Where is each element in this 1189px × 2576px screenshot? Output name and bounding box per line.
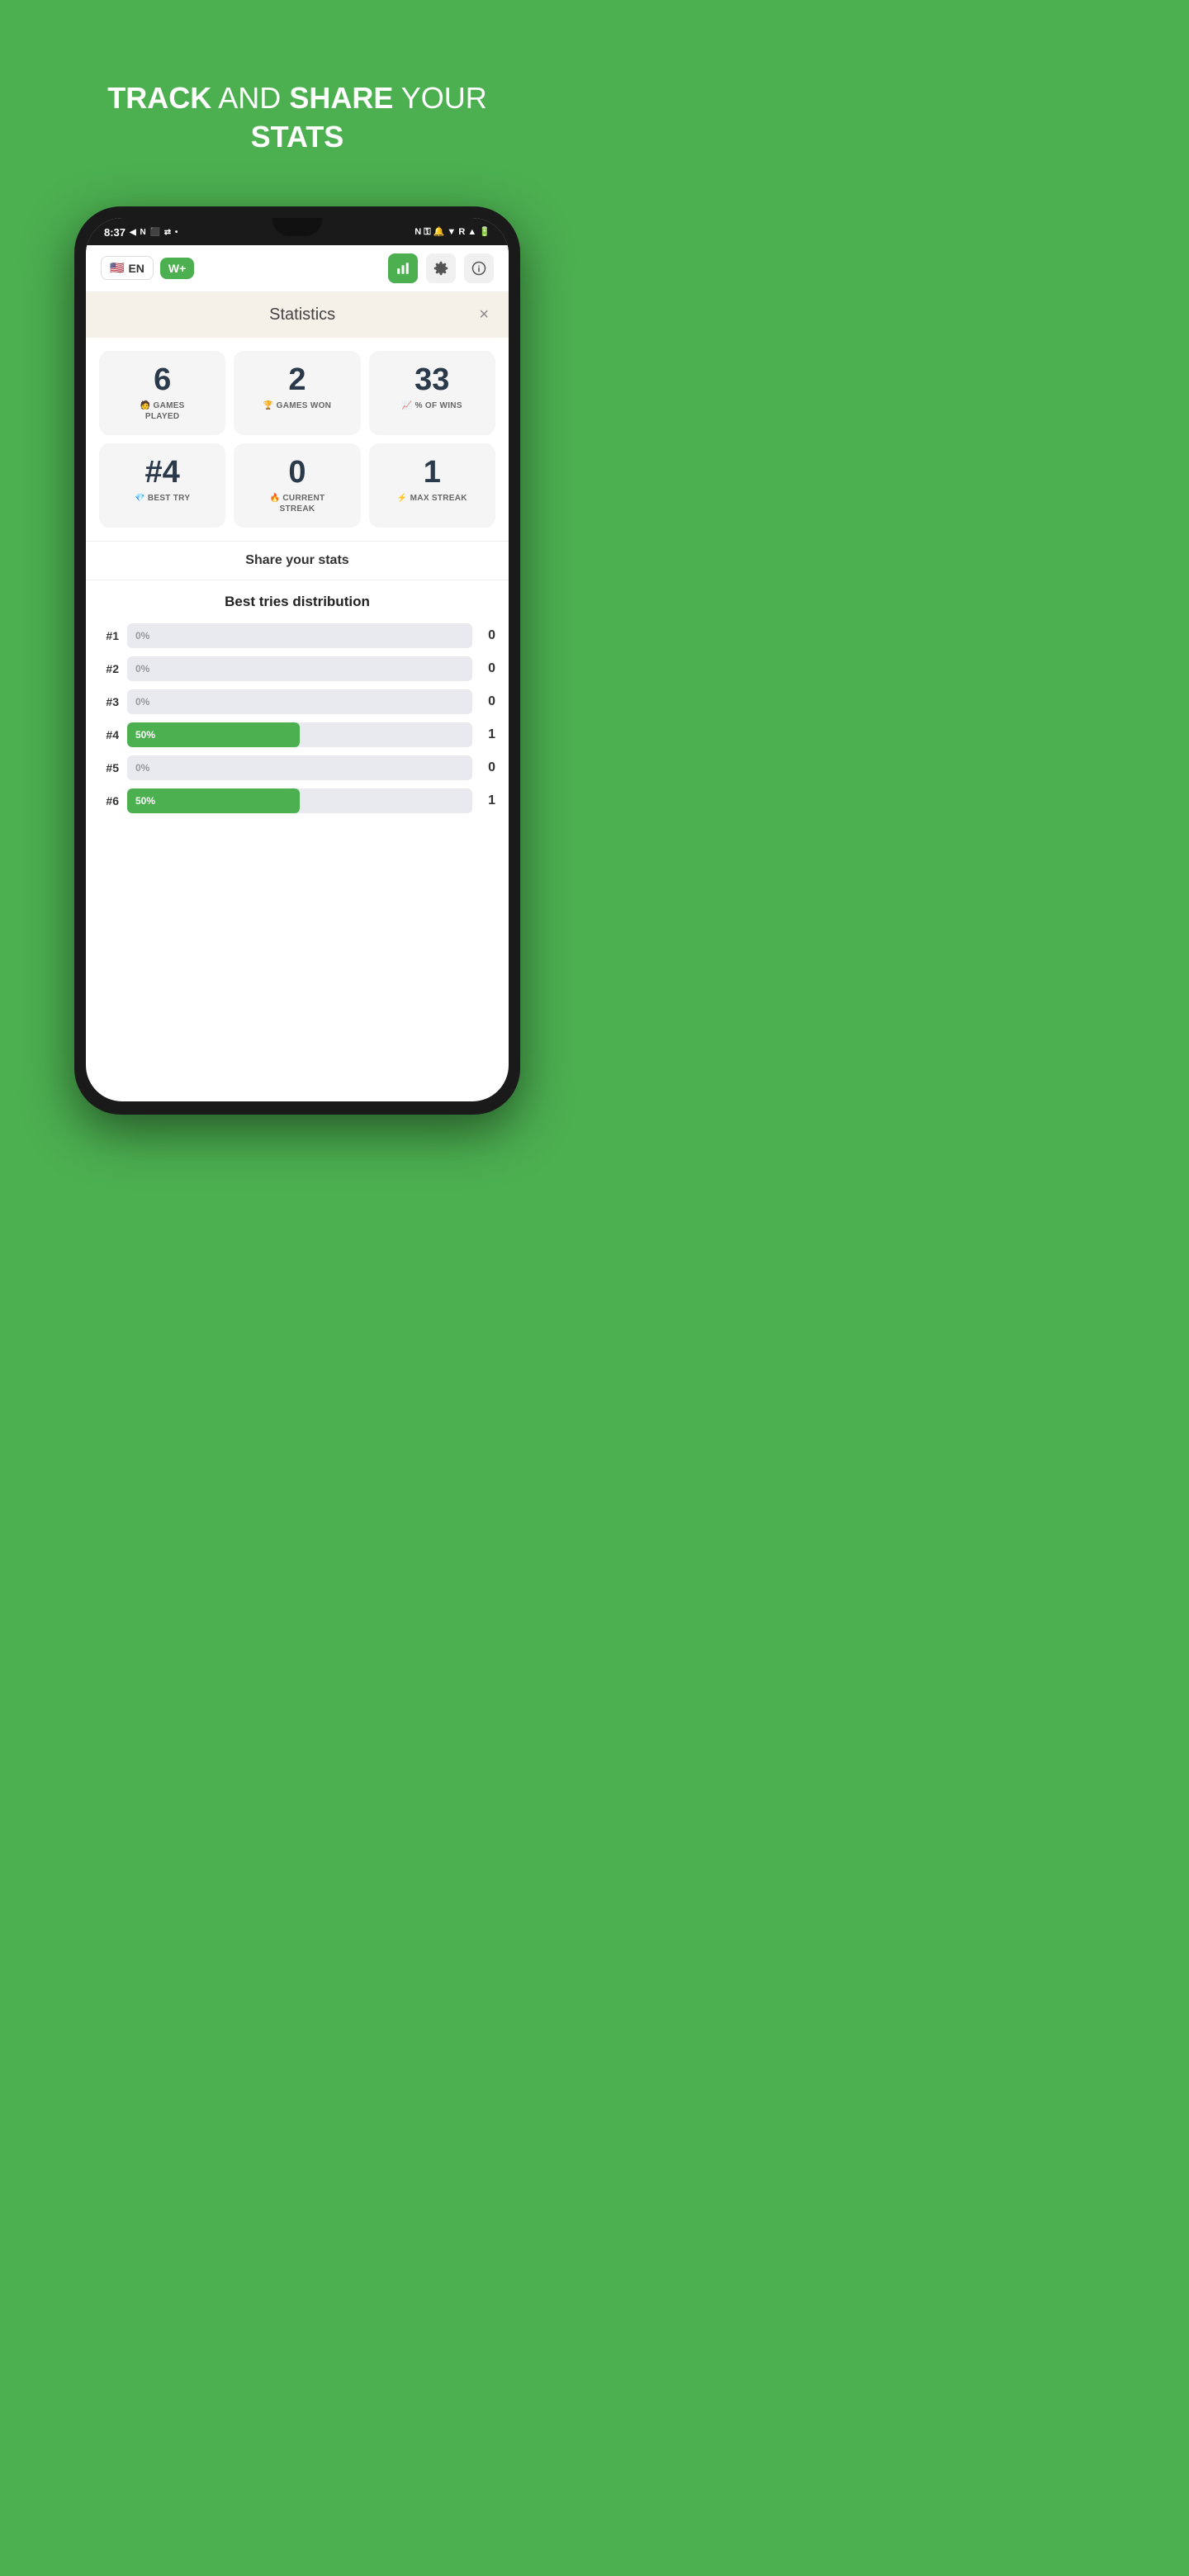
statistics-header: Statistics × <box>86 292 509 338</box>
stat-card-2: 33 📈 % OF WINS <box>369 351 495 435</box>
hero-your: YOUR <box>401 81 487 115</box>
stat-label-5: ⚡ MAX STREAK <box>397 493 467 504</box>
dist-bar-fill-3: 50% <box>127 722 300 747</box>
settings-icon-button[interactable] <box>426 253 456 283</box>
hero-stats: STATS <box>251 120 344 154</box>
dist-row-label-5: #6 <box>99 794 119 807</box>
dist-count-1: 0 <box>481 661 495 676</box>
info-icon-button[interactable] <box>464 253 494 283</box>
app-bar-left: 🇺🇸 EN W+ <box>101 256 194 280</box>
dist-row-label-0: #1 <box>99 629 119 642</box>
dist-bar-percent-1: 0% <box>135 663 149 675</box>
dist-row-label-3: #4 <box>99 728 119 741</box>
flag-icon: 🇺🇸 <box>110 261 124 275</box>
distribution-rows: #1 0% 0 #2 0% 0 #3 0% 0 #4 50% 1 #5 0% 0 #6 50% 1 <box>99 623 495 813</box>
hero-and: AND <box>218 81 281 115</box>
dist-row-2: #3 0% 0 <box>99 689 495 714</box>
dist-bar-percent-3: 50% <box>135 729 155 741</box>
dist-count-3: 1 <box>481 727 495 742</box>
dist-bar-bg-5: 50% <box>127 788 472 813</box>
dist-row-label-1: #2 <box>99 662 119 675</box>
dist-bar-bg-3: 50% <box>127 722 472 747</box>
dist-bar-percent-5: 50% <box>135 795 155 807</box>
lang-code: EN <box>128 262 144 275</box>
dist-bar-fill-5: 50% <box>127 788 300 813</box>
w-plus-badge[interactable]: W+ <box>160 258 194 279</box>
stat-label-4: 🔥 CURRENTSTREAK <box>270 493 325 514</box>
stat-card-5: 1 ⚡ MAX STREAK <box>369 443 495 528</box>
dist-bar-percent-2: 0% <box>135 696 149 708</box>
dist-count-4: 0 <box>481 760 495 775</box>
app-bar-right <box>388 253 494 283</box>
phone-notch <box>272 218 322 236</box>
dist-count-0: 0 <box>481 628 495 643</box>
hero-section: TRACK AND SHARE YOUR STATS <box>107 40 486 182</box>
stat-card-4: 0 🔥 CURRENTSTREAK <box>234 443 360 528</box>
stat-value-1: 2 <box>288 364 306 395</box>
status-left-icons: ◀ N ⬛ ⇄ • <box>130 228 178 237</box>
stats-icon-button[interactable] <box>388 253 418 283</box>
bottom-space <box>86 835 509 901</box>
stat-value-2: 33 <box>414 364 449 395</box>
status-right-icons: N ⚿ 🔔 ▼ R ▲ 🔋 <box>414 226 490 238</box>
phone-frame: 8:37 ◀ N ⬛ ⇄ • N ⚿ 🔔 ▼ R ▲ 🔋 🇺🇸 EN W+ <box>74 206 520 1115</box>
stat-label-3: 💎 BEST TRY <box>135 493 190 504</box>
share-stats-button[interactable]: Share your stats <box>86 541 509 580</box>
phone-screen: 8:37 ◀ N ⬛ ⇄ • N ⚿ 🔔 ▼ R ▲ 🔋 🇺🇸 EN W+ <box>86 218 509 1101</box>
hero-share: SHARE <box>289 81 393 115</box>
dist-bar-bg-0: 0% <box>127 623 472 648</box>
dist-bar-percent-0: 0% <box>135 630 149 642</box>
dist-row-1: #2 0% 0 <box>99 656 495 681</box>
hero-track: TRACK <box>107 81 211 115</box>
app-bar: 🇺🇸 EN W+ <box>86 245 509 292</box>
dist-bar-bg-1: 0% <box>127 656 472 681</box>
status-left: 8:37 ◀ N ⬛ ⇄ • <box>104 226 178 239</box>
dist-count-5: 1 <box>481 793 495 808</box>
stat-value-0: 6 <box>154 364 171 395</box>
dist-row-0: #1 0% 0 <box>99 623 495 648</box>
dist-row-label-4: #5 <box>99 761 119 774</box>
stat-card-3: #4 💎 BEST TRY <box>99 443 225 528</box>
close-button[interactable]: × <box>479 306 489 323</box>
language-selector[interactable]: 🇺🇸 EN <box>101 256 154 280</box>
stat-value-4: 0 <box>288 457 306 488</box>
status-time: 8:37 <box>104 226 126 239</box>
stat-card-0: 6 🧑 GAMESPLAYED <box>99 351 225 435</box>
stat-value-5: 1 <box>424 457 441 488</box>
dist-row-4: #5 0% 0 <box>99 755 495 780</box>
stats-grid: 6 🧑 GAMESPLAYED 2 🏆 GAMES WON 33 📈 % OF … <box>86 338 509 541</box>
distribution-title: Best tries distribution <box>99 594 495 610</box>
stat-label-2: 📈 % OF WINS <box>402 400 462 411</box>
dist-bar-percent-4: 0% <box>135 762 149 774</box>
dist-row-3: #4 50% 1 <box>99 722 495 747</box>
stat-value-3: #4 <box>145 457 180 488</box>
stat-label-1: 🏆 GAMES WON <box>263 400 331 411</box>
statistics-title: Statistics <box>126 305 479 324</box>
stat-label-0: 🧑 GAMESPLAYED <box>140 400 185 422</box>
stat-card-1: 2 🏆 GAMES WON <box>234 351 360 435</box>
dist-row-5: #6 50% 1 <box>99 788 495 813</box>
dist-row-label-2: #3 <box>99 695 119 708</box>
distribution-section: Best tries distribution #10%0#20%0#30%0#… <box>86 580 509 835</box>
dist-bar-bg-2: 0% <box>127 689 472 714</box>
dist-count-2: 0 <box>481 694 495 709</box>
dist-bar-bg-4: 0% <box>127 755 472 780</box>
